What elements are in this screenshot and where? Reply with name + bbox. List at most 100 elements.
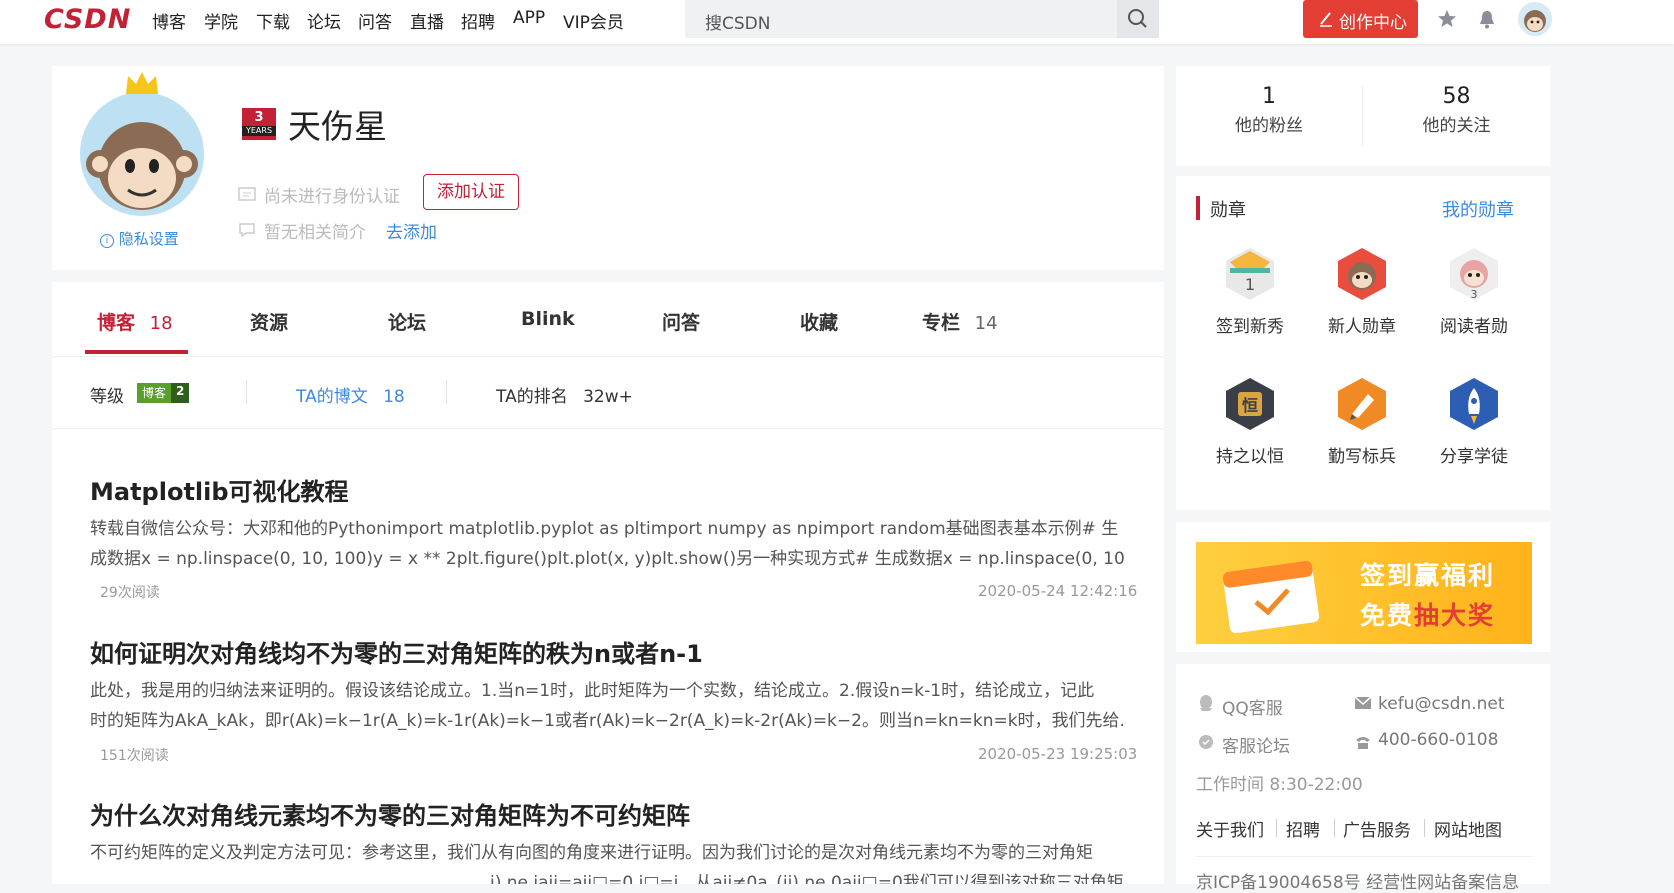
level-badge-text: 博客 <box>137 383 172 403</box>
fans-stat[interactable]: 1 他的粉丝 <box>1176 84 1362 136</box>
level-badge: 博客 2 <box>137 383 190 403</box>
footer-link-sitemap[interactable]: 网站地图 <box>1434 816 1502 841</box>
nav-live[interactable]: 直播 <box>410 8 444 33</box>
badge-label: 分享学徒 <box>1440 447 1508 467</box>
id-card-icon <box>238 187 256 201</box>
badges-panel: 勋章 我的勋章 1 3 签到新秀 新人勋章 阅读者勋 恒 持之以恒 勤写标兵 分… <box>1176 176 1550 510</box>
phone-number: 400-660-0108 <box>1378 730 1499 750</box>
share-apprentice-badge-icon[interactable] <box>1446 376 1502 432</box>
divider <box>1334 819 1335 837</box>
article-title[interactable]: 为什么次对角线元素均不为零的三对角矩阵为不可约矩阵 <box>90 796 690 831</box>
search-button[interactable] <box>1117 0 1159 38</box>
years-badge: 3 YEARS <box>242 108 276 140</box>
divider <box>1196 856 1532 857</box>
privacy-settings-link[interactable]: i 隐私设置 <box>100 228 179 249</box>
ta-articles-count: 18 <box>383 387 405 407</box>
contact-panel: QQ客服 kefu@csdn.net 客服论坛 400-660-0108 工作时… <box>1176 664 1550 893</box>
tab-blog-count: 18 <box>149 313 173 334</box>
tab-columns-label: 专栏 <box>922 312 961 334</box>
qq-service-link[interactable]: QQ客服 <box>1222 694 1283 719</box>
following-label: 他的关注 <box>1422 116 1491 136</box>
footer-link-jobs[interactable]: 招聘 <box>1286 816 1320 841</box>
promo-line-2b: 抽大奖 <box>1414 601 1496 630</box>
nav-qa[interactable]: 问答 <box>358 8 392 33</box>
article-read-count: 151次阅读 <box>100 748 169 764</box>
promo-panel: 签到赢福利 免费抽大奖 <box>1176 522 1550 652</box>
create-center-button[interactable]: 创作中心 <box>1303 0 1418 38</box>
divider <box>1276 819 1277 837</box>
tab-favorites[interactable]: 收藏 <box>800 308 838 335</box>
nav-academy[interactable]: 学院 <box>204 8 238 33</box>
auth-status: 尚未进行身份认证 <box>264 187 400 207</box>
monkey-avatar-icon <box>1524 10 1546 32</box>
working-hours: 工作时间 8:30-22:00 <box>1196 775 1363 795</box>
nav-jobs[interactable]: 招聘 <box>461 8 495 33</box>
promo-banner[interactable]: 签到赢福利 免费抽大奖 <box>1196 542 1532 644</box>
badge-label: 阅读者勋 <box>1440 317 1508 337</box>
privacy-settings-label: 隐私设置 <box>118 230 179 248</box>
ta-articles-label: TA的博文 <box>296 387 368 407</box>
diligent-writer-badge-icon[interactable] <box>1334 376 1390 432</box>
badge-label: 签到新秀 <box>1216 317 1284 337</box>
nav-vip[interactable]: VIP会员 <box>563 8 624 33</box>
nav-download[interactable]: 下载 <box>256 8 290 33</box>
nav-blog[interactable]: 博客 <box>152 8 186 33</box>
tab-blink[interactable]: Blink <box>521 308 575 330</box>
article-desc-line: 时的矩阵为AkA_kAk，即r(Ak)=k−1r(A_k)=k-1r(Ak)=k… <box>90 711 1124 731</box>
article-title[interactable]: Matplotlib可视化教程 <box>90 472 349 507</box>
badges-title: 勋章 <box>1210 200 1246 221</box>
level-label: 等级 <box>90 387 124 407</box>
reader-badge-icon[interactable]: 3 <box>1446 246 1502 302</box>
article-title[interactable]: 如何证明次对角线均不为零的三对角矩阵的秩为n或者n-1 <box>90 634 703 669</box>
info-icon: i <box>100 234 114 248</box>
comment-icon <box>239 223 255 238</box>
promo-line-2: 免费抽大奖 <box>1360 596 1495 632</box>
pen-icon <box>1320 12 1332 27</box>
search-input[interactable]: 搜CSDN <box>685 0 1159 38</box>
article-desc-line: 此处，我是用的归纳法来证明的。假设该结论成立。1.当n=1时，此时矩阵为一个实数… <box>90 681 1095 701</box>
bell-icon[interactable] <box>1476 8 1498 30</box>
forum-icon <box>1199 735 1213 749</box>
article-desc-line: 转载自微信公众号：大邓和他的Pythonimport matplotlib.py… <box>90 519 1119 539</box>
bio-add-link[interactable]: 去添加 <box>386 218 437 243</box>
ta-articles-link[interactable]: TA的博文 18 <box>296 382 405 407</box>
following-stat[interactable]: 58 他的关注 <box>1363 84 1550 136</box>
tab-resources[interactable]: 资源 <box>250 308 288 335</box>
tab-qa[interactable]: 问答 <box>662 308 700 335</box>
ta-rank: TA的排名 32w+ <box>496 382 633 407</box>
add-auth-button[interactable]: 添加认证 <box>423 174 519 210</box>
newcomer-badge-icon[interactable] <box>1334 246 1390 302</box>
tab-columns[interactable]: 专栏 14 <box>922 308 998 335</box>
checkin-newbie-badge-icon[interactable]: 1 <box>1222 246 1278 302</box>
badge-label: 勤写标兵 <box>1328 447 1396 467</box>
star-icon[interactable] <box>1436 8 1458 30</box>
my-badges-link[interactable]: 我的勋章 <box>1442 196 1514 222</box>
csdn-logo[interactable]: CSDN <box>44 4 131 35</box>
svg-text:恒: 恒 <box>1242 396 1258 415</box>
service-forum-link[interactable]: 客服论坛 <box>1222 732 1290 757</box>
section-marker <box>1196 196 1200 220</box>
divider <box>246 380 247 404</box>
email-link[interactable]: kefu@csdn.net <box>1378 694 1505 714</box>
nav-app[interactable]: APP <box>513 8 545 28</box>
persistence-badge-icon[interactable]: 恒 <box>1222 376 1278 432</box>
footer-link-ads[interactable]: 广告服务 <box>1343 816 1411 841</box>
user-avatar[interactable] <box>1518 2 1552 36</box>
tab-blog[interactable]: 博客 18 <box>97 308 173 335</box>
fans-count: 1 <box>1262 84 1276 109</box>
ta-rank-value: 32w+ <box>583 387 633 407</box>
active-tab-underline <box>85 350 188 354</box>
nav-forum[interactable]: 论坛 <box>307 8 341 33</box>
tab-blog-label: 博客 <box>97 312 136 334</box>
footer-link-about[interactable]: 关于我们 <box>1196 816 1264 841</box>
icp-record[interactable]: 京ICP备19004658号 经营性网站备案信息 <box>1196 868 1519 893</box>
ta-rank-label: TA的排名 <box>496 387 568 407</box>
profile-avatar[interactable] <box>80 92 204 216</box>
mail-icon <box>1354 696 1372 709</box>
calendar-icon <box>1222 560 1320 634</box>
qq-icon <box>1200 695 1212 711</box>
profile-name: 天伤星 <box>288 107 387 146</box>
tab-forum[interactable]: 论坛 <box>388 308 426 335</box>
search-icon <box>1128 9 1147 28</box>
divider <box>446 380 447 404</box>
